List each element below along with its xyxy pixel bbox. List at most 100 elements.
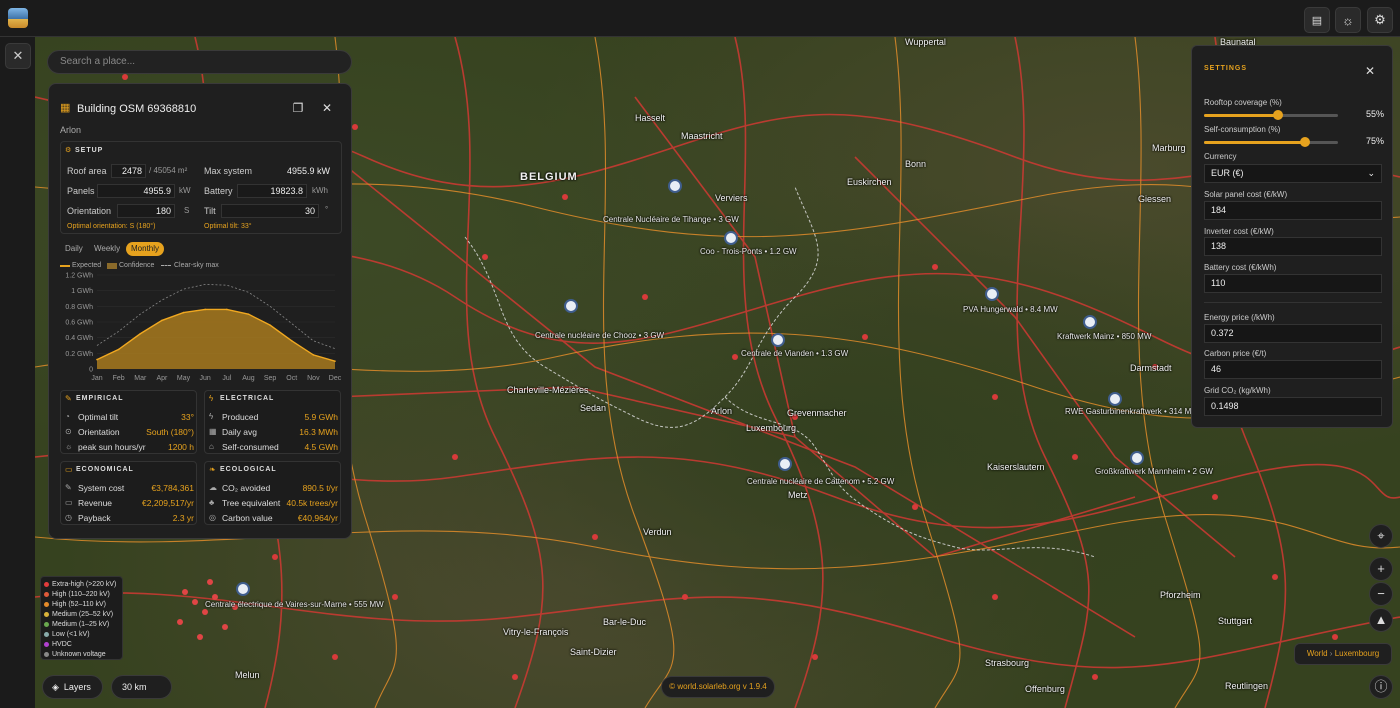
power-plant-marker[interactable] [1108,392,1122,406]
x-tick-label: Dec [329,375,342,382]
tools-button[interactable]: ✕ [5,43,31,69]
economical-card: ▭ ECONOMICAL ✎ System cost €3,784,361 ▭ Rev… [60,461,197,525]
stat-row: ▭ Revenue €2,209,517/yr [65,498,194,510]
power-plant-marker[interactable] [1083,315,1097,329]
inverter-cost-input[interactable]: 138 [1204,237,1382,256]
tab-monthly[interactable]: Monthly [126,242,165,256]
layers-label: Layers [63,682,91,692]
leaf-icon: ❧ [209,465,216,474]
grid-co2-input[interactable]: 0.1498 [1204,397,1382,416]
compass-button[interactable]: ▲ [1369,608,1393,632]
solar-cost-input[interactable]: 184 [1204,201,1382,220]
power-plant-marker[interactable] [771,333,785,347]
currency-select[interactable]: EUR (€) ⌄ [1204,164,1382,183]
power-plant-label: RWE Gasturbinenkraftwerk • 314 MW [1065,407,1199,416]
expected-point [139,332,142,335]
stat-value: 1200 h [168,442,194,452]
selfcons-slider-handle[interactable] [1299,137,1310,147]
power-plant-marker[interactable] [778,457,792,471]
stat-label: Revenue [78,498,113,508]
empirical-card: ✎ EMPIRICAL ◔ Optimal tilt 33° ⊙ Orientatio… [60,390,197,454]
sun-stat-icon: ☼ [65,442,73,451]
max-system-label: Max system [204,166,253,176]
city-label: Kaiserslautern [987,462,1045,472]
info-button[interactable]: ⓘ [1369,675,1393,699]
stat-row: ☼ peak sun hours/yr 1200 h [65,442,194,454]
power-plant-marker[interactable] [985,287,999,301]
tilt-input[interactable]: 30 [221,204,319,218]
version-badge[interactable]: © world.solarleb.org v 1.9.4 [661,676,775,698]
economical-heading: ECONOMICAL [76,466,134,473]
breadcrumb-country[interactable]: Luxembourg [1335,649,1379,658]
power-plant-label: Coo - Trois-Ponts • 1.2 GW [700,247,797,256]
tab-weekly[interactable]: Weekly [89,242,125,256]
zoom-in-button[interactable]: + [1369,557,1393,581]
battery-cost-input[interactable]: 110 [1204,274,1382,293]
breadcrumb-world[interactable]: World [1307,649,1328,658]
x-tick-label: Jun [200,375,211,382]
battery-input[interactable]: 19823.8 [237,184,307,198]
stat-label: Payback [78,513,111,523]
selfcons-label: Self-consumption (%) [1204,125,1281,134]
voltage-legend-label: Medium (25–52 kV) [52,611,114,618]
ecological-card: ❧ ECOLOGICAL ☁ CO₂ avoided 890.5 t/yr ♣ Tre… [204,461,341,525]
layers-button[interactable]: ◈ Layers [42,675,103,699]
stat-value: 16.3 MWh [299,427,338,437]
breadcrumb-separator: › [1329,649,1333,658]
theme-toggle-button[interactable]: ☼ [1335,7,1361,33]
orientation-unit: S [184,206,190,215]
locate-icon: ⌖ [1377,528,1385,543]
top-bar: ▤ ☼ ⚙ [0,0,1400,37]
left-rail: ✕ [0,37,36,708]
power-plant-marker[interactable] [236,582,250,596]
y-tick-label: 1 GWh [71,288,93,295]
tab-daily[interactable]: Daily [60,242,88,256]
app-logo[interactable] [8,8,28,28]
roof-area-input[interactable]: 2478 [111,164,146,178]
roof-area-total: / 45054 m² [149,166,188,175]
energy-price-input[interactable]: 0.372 [1204,324,1382,343]
power-plant-marker[interactable] [668,179,682,193]
close-button[interactable]: ✕ [320,101,334,115]
power-plant-marker[interactable] [564,299,578,313]
search-placeholder: Search a place... [60,56,136,67]
search-input[interactable]: Search a place... [47,50,352,74]
x-tick-label: May [177,375,191,382]
settings-close-button[interactable]: ✕ [1365,64,1375,78]
legend-dot [44,591,49,597]
selfcons-slider[interactable] [1204,137,1338,147]
zoom-out-button[interactable]: − [1369,582,1393,606]
x-tick-label: Feb [113,375,125,382]
stat-label: Tree equivalent [222,498,281,508]
power-plant-marker[interactable] [1130,451,1144,465]
voltage-legend-item: Extra-high (>220 kV) [44,580,119,590]
chevron-down-icon: ⌄ [1367,168,1375,178]
settings-button[interactable]: ⚙ [1367,7,1393,33]
city-label: Hasselt [635,113,666,123]
rooftop-slider-handle[interactable] [1272,110,1283,120]
stat-label: System cost [78,483,125,493]
monthly-production-chart: 0 0.2 GWh 0.4 GWh 0.6 GWh 0.8 GWh 1 GWh 1.2 GW… [65,273,342,383]
orientation-input[interactable]: 180 [117,204,175,218]
language-flag-button[interactable]: ▤ [1304,7,1330,33]
power-plant-marker[interactable] [724,231,738,245]
tilt-stat-icon: ◔ [65,412,70,421]
copy-button[interactable]: ❐ [291,101,305,115]
expected-point [269,324,271,326]
panels-label: Panels [67,186,95,196]
city-label: Maastricht [681,131,723,141]
expected-point [96,358,98,361]
layers-icon: ◈ [52,682,59,692]
rooftop-slider[interactable] [1204,110,1338,120]
voltage-legend-item: Medium (1–25 kV) [44,620,119,630]
expected-point [117,348,120,351]
stat-value: €40,964/yr [297,513,338,523]
carbon-price-input[interactable]: 46 [1204,360,1382,379]
locate-button[interactable]: ⌖ [1369,524,1393,548]
voltage-legend-label: Unknown voltage [52,651,106,658]
legend-dot [44,601,49,607]
stat-label: Self-consumed [222,442,279,452]
battery-unit: kWh [312,186,328,195]
y-tick-label: 0.4 GWh [65,335,93,342]
panels-input[interactable]: 4955.9 [97,184,175,198]
